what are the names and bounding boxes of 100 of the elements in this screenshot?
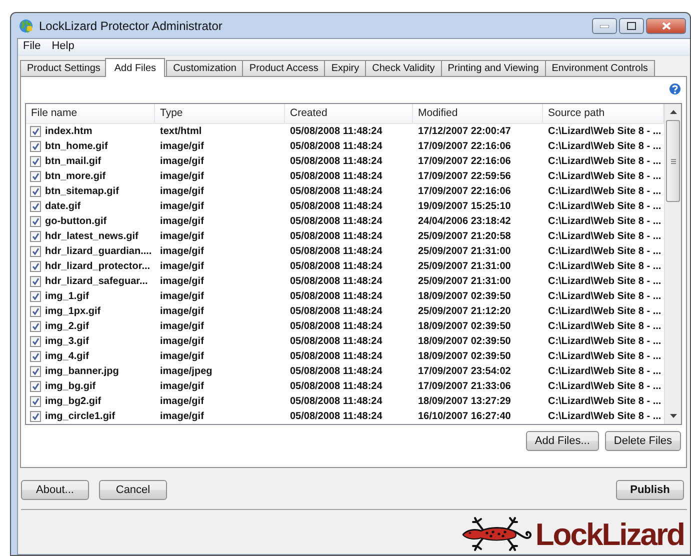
tab[interactable]: Product Settings [20,60,108,76]
lizard-logo-icon [461,516,534,552]
table-cell-text: C:\Lizard\Web Site 8 - ... [547,351,662,362]
table-cell-text: C:\Lizard\Web Site 8 - ... [547,306,662,317]
table-cell: img_bg2.gif [45,396,102,407]
add-files-button[interactable]: Add Files... [526,431,599,451]
column-header[interactable]: Modified [413,104,543,123]
tab[interactable]: Product Access [242,60,326,76]
table-cell-text: C:\Lizard\Web Site 8 - ... [547,216,662,227]
table-cell-text: 17/09/2007 22:16:06 [417,186,512,197]
table-cell-text: C:\Lizard\Web Site 8 - ... [547,261,662,272]
table-cell-text: C:\Lizard\Web Site 8 - ... [547,276,662,287]
checkbox[interactable] [30,411,41,422]
table-cell-text: 05/08/2008 11:48:24 [289,216,384,227]
checkbox[interactable] [30,396,41,407]
table-cell-text: C:\Lizard\Web Site 8 - ... [547,126,662,137]
checkbox[interactable] [30,261,41,272]
logo-text: LockLizard [535,518,684,550]
menu-item[interactable]: File [18,39,47,55]
table-cell-text: image/gif [159,336,205,347]
checkbox[interactable] [30,156,41,167]
checkbox[interactable] [30,291,41,302]
table-cell-text: image/gif [159,351,205,362]
about-button[interactable]: About... [21,480,89,500]
checkbox[interactable] [30,321,41,332]
table-cell-text: text/html [159,126,203,137]
table-cell: index.htm [45,126,92,137]
table-cell-text: 17/09/2007 23:54:02 [417,366,512,377]
table-cell-text: 17/09/2007 22:16:06 [417,156,512,167]
help-icon[interactable] [669,83,681,95]
table-cell-text: 18/09/2007 13:27:29 [417,396,512,407]
table-cell-text: image/gif [159,396,205,407]
checkbox[interactable] [30,351,41,362]
table-cell-text: 17/09/2007 21:33:06 [417,381,512,392]
table-cell-text: 05/08/2008 11:48:24 [289,291,384,302]
menu-item[interactable]: Help [46,39,80,55]
tab[interactable]: Environment Controls [544,60,655,76]
table-cell-text: C:\Lizard\Web Site 8 - ... [547,381,662,392]
vertical-scrollbar[interactable] [664,104,681,424]
table-cell: go-button.gif [45,216,107,227]
table-cell-text: 05/08/2008 11:48:24 [289,396,384,407]
minimize-button[interactable] [592,18,617,34]
tab[interactable]: Expiry [324,60,366,76]
close-button[interactable] [646,18,686,34]
checkbox[interactable] [30,246,41,257]
tab[interactable]: Printing and Viewing [440,60,546,76]
column-header[interactable]: File name [26,104,155,123]
checkbox[interactable] [30,141,41,152]
tab[interactable]: Add Files [105,58,166,77]
tab[interactable]: Customization [166,60,244,76]
table-cell-text: 05/08/2008 11:48:24 [289,366,384,377]
table-cell-text: 05/08/2008 11:48:24 [289,201,384,212]
table-cell: btn_more.gif [45,171,106,182]
publish-button[interactable]: Publish [616,480,684,500]
maximize-button[interactable] [619,18,644,34]
table-cell-text: 25/09/2007 21:31:00 [417,276,512,287]
checkbox[interactable] [30,366,41,377]
table-cell-text: image/gif [159,201,205,212]
table-cell-text: C:\Lizard\Web Site 8 - ... [547,321,662,332]
table-cell-text: 05/08/2008 11:48:24 [289,261,384,272]
table-cell-text: image/gif [159,261,205,272]
table-cell-text: image/gif [159,141,205,152]
column-header[interactable]: Created [285,104,413,123]
table-cell-text: 24/04/2006 23:18:42 [417,216,512,227]
table-cell: hdr_lizard_protector... [45,261,150,272]
checkbox[interactable] [30,216,41,227]
column-header[interactable]: Type [155,104,285,123]
table-cell: img_banner.jpg [45,366,119,377]
table-cell-text: 05/08/2008 11:48:24 [289,156,384,167]
table-cell: btn_mail.gif [45,156,102,167]
checkbox[interactable] [30,171,41,182]
table-cell-text: C:\Lizard\Web Site 8 - ... [547,366,662,377]
checkbox[interactable] [30,306,41,317]
maximize-icon [627,22,636,30]
checkbox[interactable] [30,186,41,197]
table-cell: img_1px.gif [45,306,101,317]
table-cell-text: 18/09/2007 02:39:50 [417,291,512,302]
scroll-thumb[interactable] [666,120,680,202]
table-cell: img_circle1.gif [45,411,116,422]
table-cell-text: image/gif [159,216,205,227]
table-cell-text: C:\Lizard\Web Site 8 - ... [547,291,662,302]
checkbox[interactable] [30,201,41,212]
checkbox[interactable] [30,276,41,287]
table-cell-text: 05/08/2008 11:48:24 [289,351,384,362]
table-cell: btn_home.gif [45,141,108,152]
table-cell-text: 05/08/2008 11:48:24 [289,126,384,137]
checkbox[interactable] [30,336,41,347]
delete-files-button[interactable]: Delete Files [604,431,681,451]
checkbox[interactable] [30,381,41,392]
checkbox[interactable] [30,231,41,242]
table-cell-text: image/jpeg [159,366,214,377]
table-cell-text: 05/08/2008 11:48:24 [289,321,384,332]
cancel-button[interactable]: Cancel [99,480,167,500]
table-cell-text: C:\Lizard\Web Site 8 - ... [547,336,662,347]
tab[interactable]: Check Validity [365,60,442,76]
table-cell-text: image/gif [159,321,205,332]
checkbox[interactable] [30,126,41,137]
table-cell-text: C:\Lizard\Web Site 8 - ... [547,201,662,212]
table-cell-text: 05/08/2008 11:48:24 [289,336,384,347]
table-cell-text: 05/08/2008 11:48:24 [289,276,384,287]
